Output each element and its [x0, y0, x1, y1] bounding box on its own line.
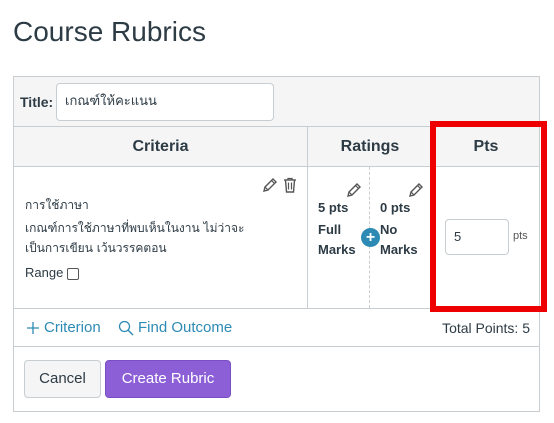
add-criterion-label: Criterion [44, 319, 101, 336]
rubric-actions: Cancel Create Rubric [14, 347, 539, 411]
rubric-header-row: Criteria Ratings Pts [14, 127, 539, 167]
find-outcome-label: Find Outcome [138, 319, 233, 336]
criterion-tools [261, 176, 301, 196]
pencil-icon[interactable] [345, 181, 363, 199]
total-points: Total Points: 5 [442, 320, 530, 336]
rubric-footer-row: Criterion Find Outcome Total Points: 5 [14, 309, 539, 347]
page-title: Course Rubrics [13, 16, 206, 47]
points-input[interactable]: 5 [445, 219, 509, 255]
rubric-title-row: Title: เกณฑ์ให้คะแนน [14, 77, 539, 127]
create-rubric-button[interactable]: Create Rubric [105, 360, 231, 398]
plus-icon [26, 321, 40, 335]
range-checkbox[interactable] [67, 268, 80, 280]
rubric-title-input[interactable]: เกณฑ์ให้คะแนน [56, 83, 274, 121]
points-unit: pts [513, 230, 528, 242]
range-option: Range [25, 264, 80, 280]
search-icon [118, 320, 134, 336]
rating-points: 5 pts [318, 200, 349, 215]
ratings-cell: 5 pts Full Marks 0 pts No Marks + [308, 167, 433, 308]
cancel-button[interactable]: Cancel [24, 360, 101, 398]
pencil-icon[interactable] [261, 176, 279, 194]
rating-points: 0 pts [380, 200, 411, 215]
rating-label: No Marks [380, 222, 418, 257]
add-criterion-button[interactable]: Criterion [26, 319, 101, 336]
range-label: Range [25, 264, 64, 280]
pencil-icon[interactable] [407, 181, 425, 199]
rubric-title-label: Title: [20, 94, 54, 110]
criteria-header: Criteria [14, 127, 308, 167]
rubric-editor: Title: เกณฑ์ให้คะแนน Criteria Ratings Pt… [13, 76, 540, 412]
pts-header: Pts [473, 138, 499, 155]
criterion-cell: การใช้ภาษา เกณฑ์การใช้ภาษาที่พบเห็นในงาน… [14, 167, 308, 308]
criterion-row: การใช้ภาษา เกณฑ์การใช้ภาษาที่พบเห็นในงาน… [14, 167, 539, 309]
trash-icon[interactable] [281, 176, 299, 194]
plus-circle-icon[interactable]: + [361, 228, 380, 247]
points-cell: 5 pts [433, 167, 539, 308]
criterion-name: การใช้ภาษา [25, 198, 89, 212]
criterion-description: เกณฑ์การใช้ภาษาที่พบเห็นในงาน ไม่ว่าจะเป… [25, 221, 245, 255]
find-outcome-button[interactable]: Find Outcome [118, 319, 232, 336]
ratings-header: Ratings [308, 127, 433, 167]
